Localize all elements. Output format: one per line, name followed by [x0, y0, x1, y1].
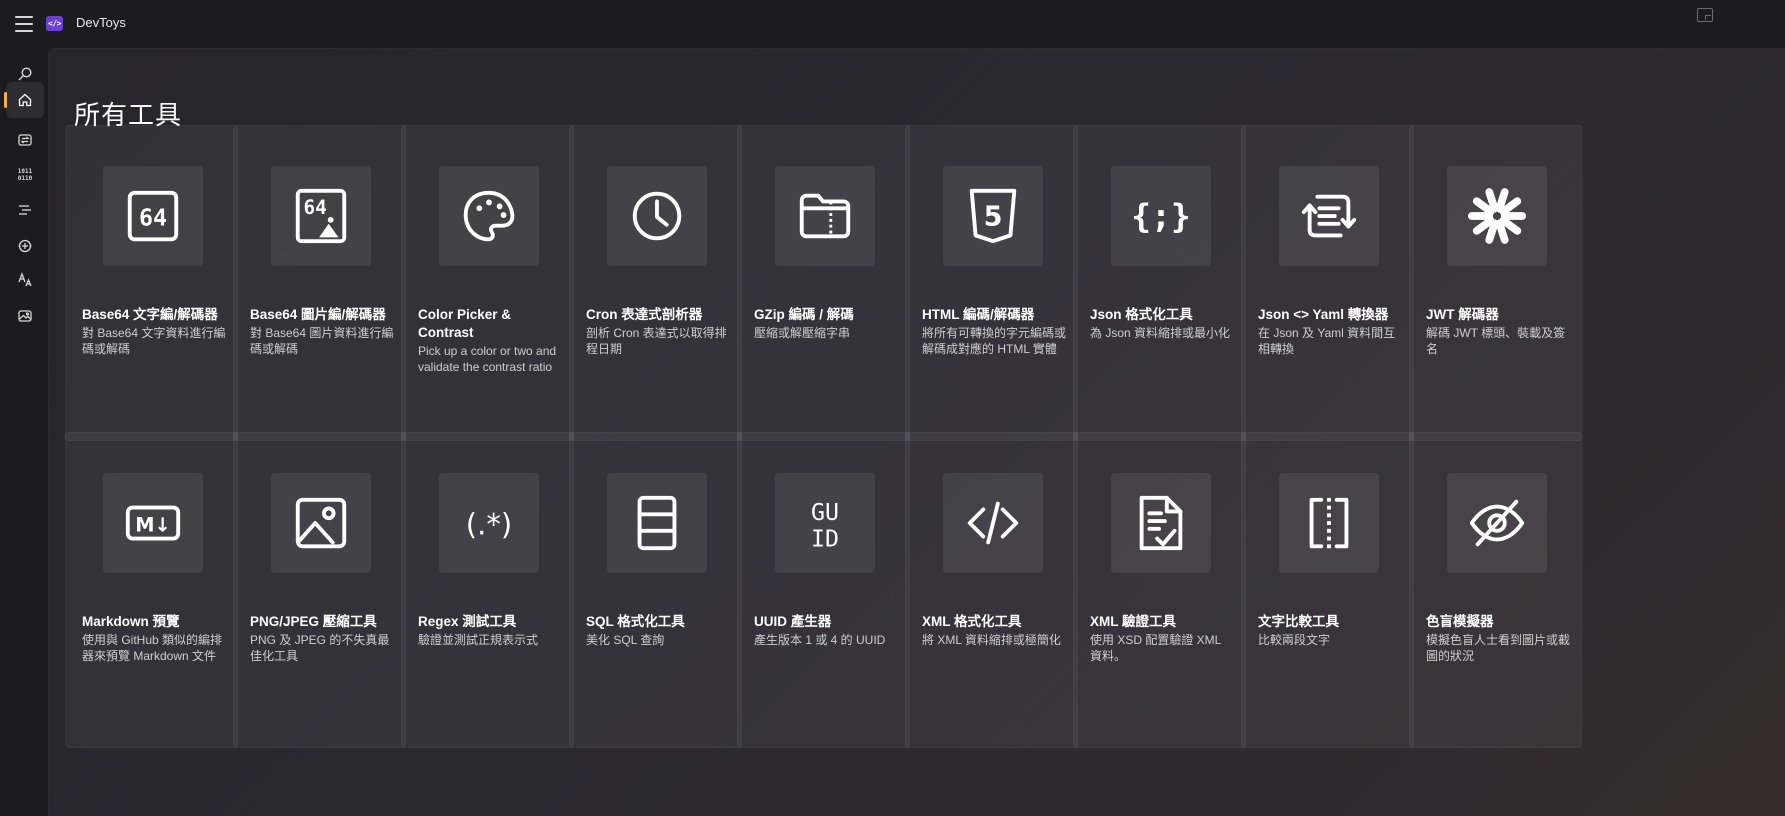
svg-text:{;}: {;} [1131, 197, 1190, 236]
tool-title: Json 格式化工具 [1090, 307, 1193, 322]
tool-card[interactable]: XML 格式化工具將 XML 資料縮排或極簡化 [905, 432, 1078, 748]
tool-card[interactable]: Color Picker & Contrast Pick up a color o… [401, 125, 574, 441]
home-icon[interactable] [4, 82, 44, 118]
tool-title: PNG/JPEG 壓縮工具 [250, 614, 377, 629]
tool-card[interactable]: XML 驗證工具使用 XSD 配置驗證 XML 資料。 [1073, 432, 1246, 748]
tool-title: JWT 解碼器 [1426, 307, 1499, 322]
tool-description: 將所有可轉換的字元編碼或解碼成對應的 HTML 實體 [922, 326, 1067, 356]
image-icon [271, 473, 371, 573]
svg-text:64: 64 [304, 196, 327, 219]
tool-title: Base64 圖片編/解碼器 [250, 307, 386, 322]
eye-off-icon [1447, 473, 1547, 573]
tool-card[interactable]: 文字比較工具 比較兩段文字 [1241, 432, 1414, 748]
sidebar: 1011 0110 [0, 48, 48, 816]
svg-text:GU: GU [811, 499, 839, 526]
title-bar: </> DevToys [0, 0, 1785, 48]
tool-card[interactable]: {;} Json 格式化工具為 Json 資料縮排或最小化 [1073, 125, 1246, 441]
tool-card[interactable]: M↓ Markdown 預覽使用與 GitHub 類似的編排器來預覽 Markdo… [65, 432, 238, 748]
tool-description: 比較兩段文字 [1258, 633, 1331, 647]
base64-text-icon: 64 [103, 166, 203, 266]
tool-title: XML 驗證工具 [1090, 614, 1177, 629]
tool-description: 對 Base64 文字資料進行編碼或解碼 [82, 326, 226, 356]
tool-card[interactable]: GU ID UUID 產生器產生版本 1 或 4 的 UUID [737, 432, 910, 748]
app-title: DevToys [76, 15, 126, 30]
tool-card[interactable]: 64 Base64 文字編/解碼器對 Base64 文字資料進行編碼或解碼 [65, 125, 238, 441]
tool-description: 使用 XSD 配置驗證 XML 資料。 [1090, 633, 1221, 663]
tool-title: Base64 文字編/解碼器 [82, 307, 218, 322]
document-check-icon [1111, 473, 1211, 573]
guid-icon: GU ID [775, 473, 875, 573]
palette-icon [439, 166, 539, 266]
tool-description: 美化 SQL 查詢 [586, 633, 665, 647]
tool-description: 產生版本 1 或 4 的 UUID [754, 633, 886, 647]
tool-title: Cron 表達式剖析器 [586, 307, 703, 322]
clock-icon [607, 166, 707, 266]
base64-image-icon: 64 [271, 166, 371, 266]
tool-card[interactable]: GZip 編碼 / 解碼 壓縮或解壓縮字串 [737, 125, 910, 441]
formatters-icon[interactable] [6, 192, 44, 228]
tool-card[interactable]: 5 HTML 編碼/解碼器將所有可轉換的字元編碼或解碼成對應的 HTML 實體 [905, 125, 1078, 441]
tool-description: 為 Json 資料縮排或最小化 [1090, 326, 1231, 340]
tool-title: 文字比較工具 [1258, 614, 1339, 629]
tool-description: 解碼 JWT 標頭、裝載及簽名 [1426, 326, 1566, 356]
tool-description: 模擬色盲人士看到圖片或截圖的狀況 [1426, 633, 1571, 663]
tool-title: Color Picker & Contrast [418, 307, 512, 340]
svg-text:M↓: M↓ [135, 514, 171, 537]
xml-code-icon [943, 473, 1043, 573]
svg-text:5: 5 [984, 202, 1003, 233]
text-diff-icon [1279, 473, 1379, 573]
json-yaml-convert-icon [1279, 166, 1379, 266]
encoders-icon[interactable]: 1011 0110 [6, 156, 44, 192]
tool-description: 壓縮或解壓縮字串 [754, 326, 851, 340]
tool-title: XML 格式化工具 [922, 614, 1022, 629]
svg-text:1011: 1011 [18, 168, 33, 175]
html5-icon: 5 [943, 166, 1043, 266]
tool-card[interactable]: Json <> Yaml 轉換器在 Json 及 Yaml 資料間互相轉換 [1241, 125, 1414, 441]
tool-title: UUID 產生器 [754, 614, 832, 629]
tool-description: 對 Base64 圖片資料進行編碼或解碼 [250, 326, 394, 356]
tool-card[interactable]: PNG/JPEG 壓縮工具 PNG 及 JPEG 的不失真最佳化工具 [233, 432, 406, 748]
tool-title: SQL 格式化工具 [586, 614, 685, 629]
tool-title: Regex 測試工具 [418, 614, 517, 629]
tool-description: 將 XML 資料縮排或極簡化 [922, 633, 1061, 647]
tool-description: 使用與 GitHub 類似的編排器來預覽 Markdown 文件 [82, 633, 223, 663]
tool-description: Pick up a color or two and validate the … [418, 344, 557, 374]
hamburger-menu-icon[interactable] [12, 14, 36, 34]
tool-title: Markdown 預覽 [82, 614, 180, 629]
tool-description: 剖析 Cron 表達式以取得排程日期 [586, 326, 727, 356]
tool-card[interactable]: Cron 表達式剖析器剖析 Cron 表達式以取得排程日期 [569, 125, 742, 441]
jwt-icon [1447, 166, 1547, 266]
tool-title: GZip 編碼 / 解碼 [754, 307, 854, 322]
tool-description: 在 Json 及 Yaml 資料間互相轉換 [1258, 326, 1396, 356]
tool-card[interactable]: SQL 格式化工具 美化 SQL 查詢 [569, 432, 742, 748]
zip-folder-icon [775, 166, 875, 266]
graphic-icon[interactable] [6, 298, 44, 334]
tool-card[interactable]: 64 Base64 圖片編/解碼器對 Base64 圖片資料進行編碼或解碼 [233, 125, 406, 441]
tool-title: 色盲模擬器 [1426, 614, 1494, 629]
converters-icon[interactable] [6, 122, 44, 158]
compact-overlay-icon[interactable] [1697, 8, 1713, 22]
generators-icon[interactable] [6, 228, 44, 264]
database-table-icon [607, 473, 707, 573]
main-content: 所有工具 64 Base64 文字編/解碼器對 Base64 文字資料進行編碼或解… [48, 48, 1785, 816]
svg-text:(.*): (.*) [466, 508, 512, 542]
tool-card[interactable]: (.*) Regex 測試工具驗證並測試正規表示式 [401, 432, 574, 748]
svg-text:0110: 0110 [18, 175, 33, 182]
svg-text:ID: ID [811, 525, 839, 552]
markdown-icon: M↓ [103, 473, 203, 573]
tool-description: 驗證並測試正規表示式 [418, 633, 539, 647]
tool-card[interactable]: JWT 解碼器解碼 JWT 標頭、裝載及簽名 [1409, 125, 1582, 441]
json-braces-icon: {;} [1111, 166, 1211, 266]
tool-card[interactable]: 色盲模擬器模擬色盲人士看到圖片或截圖的狀況 [1409, 432, 1582, 748]
tool-description: PNG 及 JPEG 的不失真最佳化工具 [250, 633, 390, 663]
tool-title: Json <> Yaml 轉換器 [1258, 307, 1389, 322]
svg-text:64: 64 [139, 205, 167, 232]
regex-icon: (.*) [439, 473, 539, 573]
devtoys-logo-icon: </> [46, 16, 63, 31]
tool-title: HTML 編碼/解碼器 [922, 307, 1035, 322]
text-icon[interactable] [6, 262, 44, 298]
